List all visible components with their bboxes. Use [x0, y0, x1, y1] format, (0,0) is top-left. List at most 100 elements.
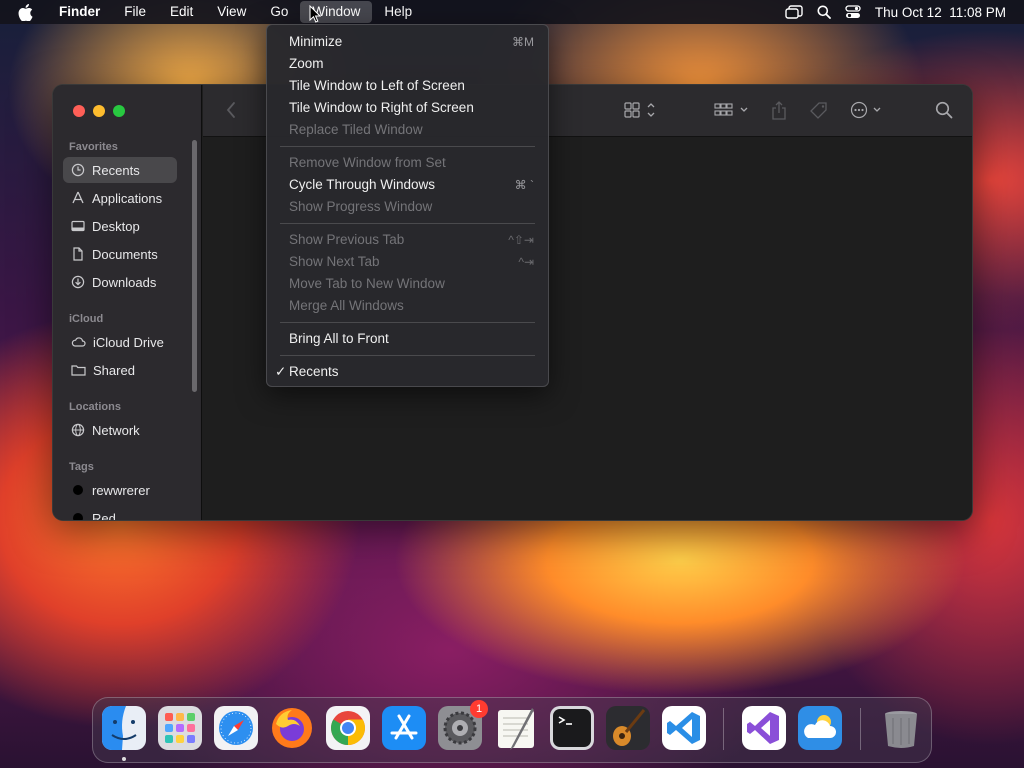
- menu-bar: Finder File Edit View Go Window Help Thu…: [0, 0, 1024, 24]
- dock-safari[interactable]: [214, 706, 258, 750]
- menu-item-label: Tile Window to Right of Screen: [289, 100, 474, 115]
- menu-item-label: Minimize: [289, 34, 343, 49]
- minimize-button[interactable]: [93, 105, 105, 117]
- icon-view-grid-icon[interactable]: [623, 101, 659, 119]
- dock-chrome[interactable]: [326, 706, 370, 750]
- menu-item-shortcut: ⌘M: [512, 35, 534, 49]
- menu-item-label: Show Next Tab: [289, 254, 380, 269]
- menu-file[interactable]: File: [112, 1, 158, 23]
- spotlight-search-icon[interactable]: [817, 5, 831, 19]
- menu-item-recents-window[interactable]: ✓ Recents: [267, 361, 548, 383]
- sidebar-section-favorites: Favorites: [69, 141, 118, 153]
- dock-trash[interactable]: [879, 706, 923, 750]
- apple-menu[interactable]: [0, 3, 47, 21]
- sidebar-item-label: Shared: [93, 362, 135, 378]
- menu-item-label: Tile Window to Left of Screen: [289, 78, 465, 93]
- sidebar-item-label: iCloud Drive: [93, 334, 164, 350]
- menu-item-label: Merge All Windows: [289, 298, 404, 313]
- menu-go[interactable]: Go: [258, 1, 300, 23]
- dock-textedit[interactable]: [494, 706, 538, 750]
- sidebar-item-desktop[interactable]: Desktop: [63, 213, 177, 239]
- launchpad-icon: [158, 706, 202, 750]
- finder-sidebar: Favorites Recents Applications Desktop D…: [53, 85, 202, 520]
- menu-item-label: Zoom: [289, 56, 324, 71]
- menu-item-label: Remove Window from Set: [289, 155, 446, 170]
- window-controls: [73, 105, 125, 117]
- menu-item-next-tab: Show Next Tab ^⇥: [267, 251, 548, 273]
- app-store-icon: [382, 706, 426, 750]
- zoom-button[interactable]: [113, 105, 125, 117]
- dock-firefox[interactable]: [270, 706, 314, 750]
- share-icon[interactable]: [771, 101, 787, 121]
- menu-app-name[interactable]: Finder: [47, 1, 112, 23]
- menu-item-cycle-windows[interactable]: Cycle Through Windows ⌘ `: [267, 174, 548, 196]
- menubar-clock[interactable]: Thu Oct 12 11:08 PM: [875, 5, 1006, 20]
- close-button[interactable]: [73, 105, 85, 117]
- download-icon: [71, 275, 85, 289]
- sidebar-item-label: Recents: [92, 162, 140, 178]
- menu-item-bring-all-front[interactable]: Bring All to Front: [267, 328, 548, 350]
- dock-app-store[interactable]: [382, 706, 426, 750]
- menu-item-move-tab: Move Tab to New Window: [267, 273, 548, 295]
- menu-edit[interactable]: Edit: [158, 1, 205, 23]
- applications-icon: [72, 191, 84, 204]
- back-chevron-icon[interactable]: [225, 101, 237, 119]
- sidebar-item-network[interactable]: Network: [63, 417, 177, 443]
- sidebar-item-applications[interactable]: Applications: [63, 185, 177, 211]
- menu-item-progress-window: Show Progress Window: [267, 196, 548, 218]
- dock-launchpad[interactable]: [158, 706, 202, 750]
- sidebar-item-label: Applications: [92, 190, 163, 206]
- firefox-icon: [272, 708, 312, 748]
- sidebar-item-shared[interactable]: Shared: [63, 357, 177, 383]
- menu-item-minimize[interactable]: Minimize ⌘M: [267, 31, 548, 53]
- dock-garageband[interactable]: [606, 706, 650, 750]
- textedit-icon: [498, 708, 534, 750]
- desktop-icon: [71, 220, 85, 232]
- sidebar-item-downloads[interactable]: Downloads: [63, 269, 177, 295]
- sidebar-item-label: Network: [92, 422, 140, 438]
- menu-item-remove-from-set: Remove Window from Set: [267, 152, 548, 174]
- menu-item-label: Show Progress Window: [289, 199, 433, 214]
- menu-separator: [280, 322, 535, 323]
- menu-item-tile-right[interactable]: Tile Window to Right of Screen: [267, 97, 548, 119]
- menu-item-label: Move Tab to New Window: [289, 276, 445, 291]
- menu-item-label: Recents: [289, 364, 339, 379]
- checkmark-icon: ✓: [275, 364, 287, 379]
- sidebar-item-icloud-drive[interactable]: iCloud Drive: [63, 329, 177, 355]
- menu-help[interactable]: Help: [372, 1, 424, 23]
- cloud-icon: [71, 337, 86, 347]
- clock-icon: [71, 163, 85, 177]
- sidebar-tag-rewwrerer[interactable]: rewwrerer: [63, 477, 177, 503]
- menu-item-label: Show Previous Tab: [289, 232, 405, 247]
- menu-item-label: Bring All to Front: [289, 331, 389, 346]
- finder-icon: [102, 706, 146, 750]
- dock-system-settings[interactable]: 1: [438, 700, 488, 750]
- sidebar-item-recents[interactable]: Recents: [63, 157, 177, 183]
- sidebar-item-label: Red: [92, 510, 116, 521]
- dock-vscode[interactable]: [662, 706, 706, 750]
- tag-icon[interactable]: [809, 101, 829, 121]
- sidebar-scrollbar[interactable]: [192, 140, 197, 392]
- control-center-icon[interactable]: [845, 5, 861, 19]
- menu-item-merge-windows: Merge All Windows: [267, 295, 548, 317]
- menu-separator: [280, 355, 535, 356]
- menu-view[interactable]: View: [205, 1, 258, 23]
- apple-icon: [18, 3, 33, 21]
- shared-folder-icon: [71, 365, 86, 376]
- dock-finder[interactable]: [102, 706, 146, 750]
- search-icon[interactable]: [935, 101, 953, 119]
- menu-item-zoom[interactable]: Zoom: [267, 53, 548, 75]
- sidebar-tag-red[interactable]: Red: [63, 505, 177, 521]
- menu-item-tile-left[interactable]: Tile Window to Left of Screen: [267, 75, 548, 97]
- guitar-icon: [606, 706, 650, 750]
- dock: 1: [92, 697, 932, 763]
- more-actions-icon[interactable]: [850, 101, 886, 119]
- sidebar-item-documents[interactable]: Documents: [63, 241, 177, 267]
- dock-visual-studio[interactable]: [742, 706, 786, 750]
- globe-icon: [71, 423, 85, 437]
- stage-manager-icon[interactable]: [785, 5, 803, 19]
- vscode-icon: [662, 706, 706, 750]
- dock-terminal[interactable]: [550, 706, 594, 750]
- dock-weather[interactable]: [798, 706, 842, 750]
- group-by-icon[interactable]: [713, 101, 751, 119]
